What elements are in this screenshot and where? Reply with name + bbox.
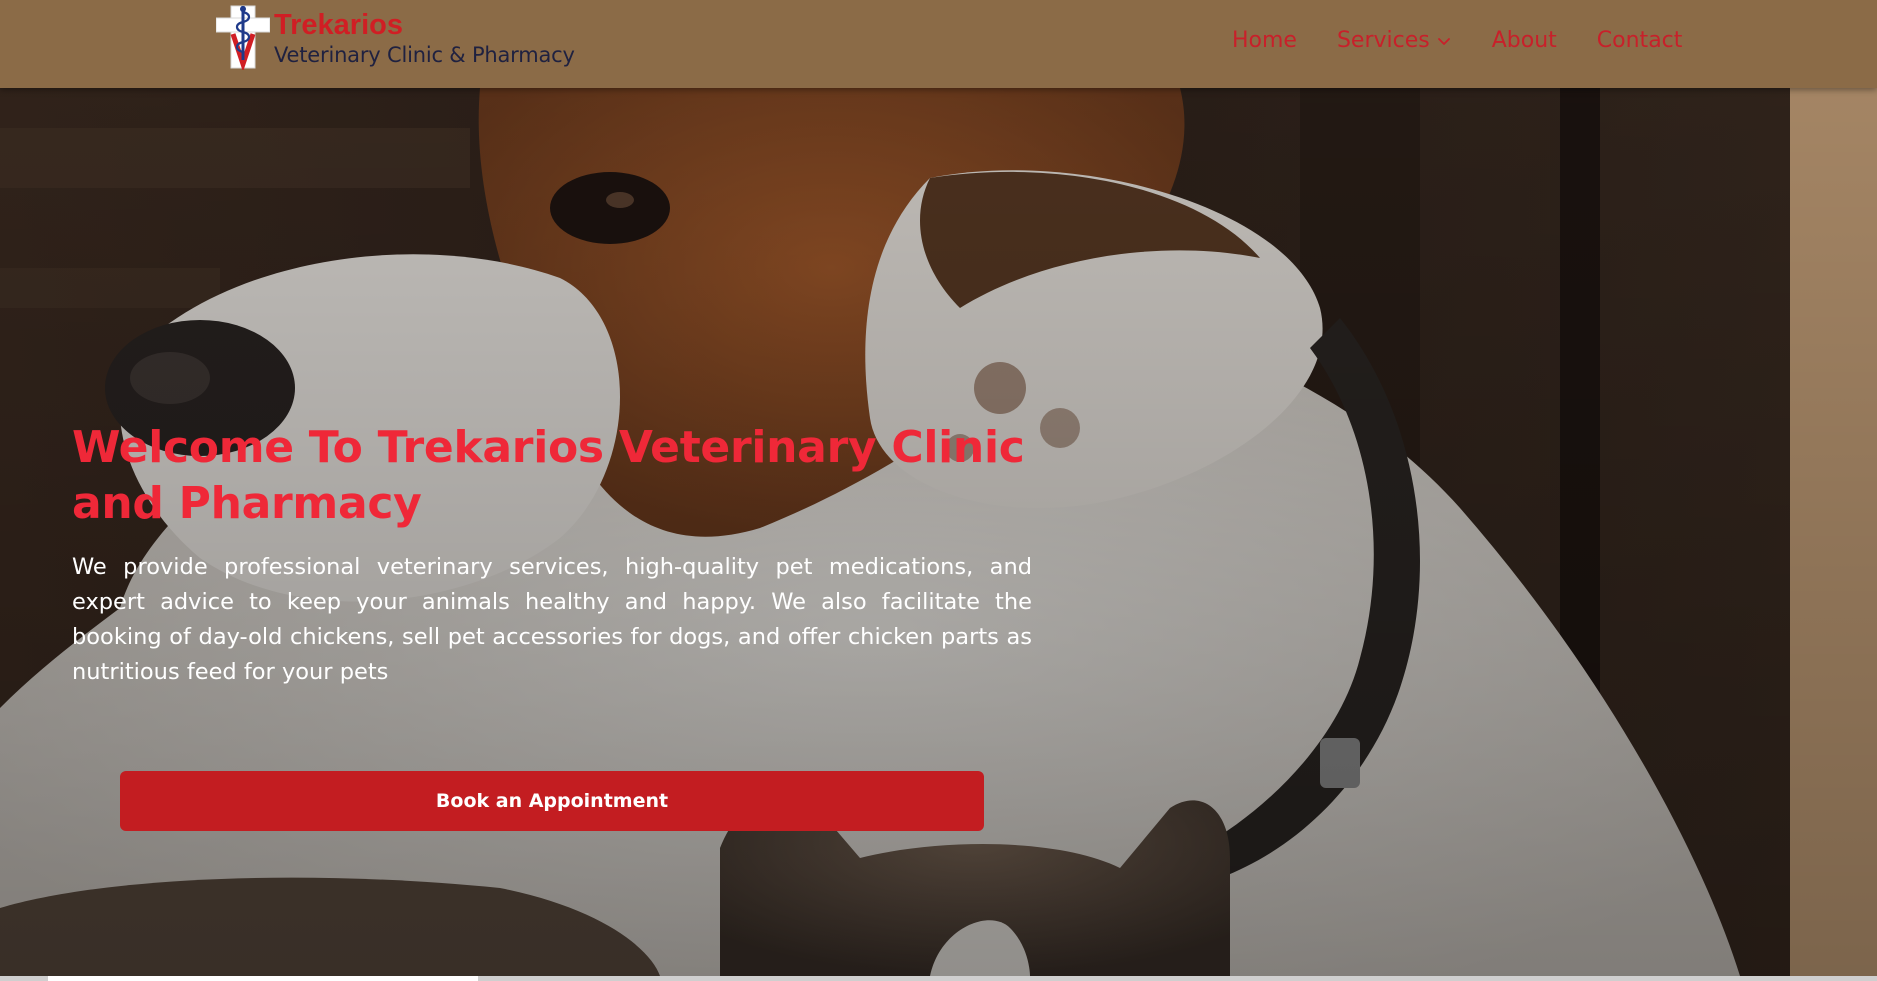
nav-services-label: Services xyxy=(1336,28,1430,53)
brand-tagline: Veterinary Clinic & Pharmacy xyxy=(274,43,575,67)
nav-link-about[interactable]: About xyxy=(1492,26,1557,56)
scroll-thumb[interactable] xyxy=(48,976,478,981)
nav-link-contact[interactable]: Contact xyxy=(1597,26,1683,56)
brand-logo-link[interactable]: Trekarios Veterinary Clinic & Pharmacy xyxy=(216,4,575,70)
chevron-down-icon xyxy=(1437,38,1450,45)
hero-section: Welcome To Trekarios Veterinary Clinic a… xyxy=(0,88,1877,976)
hero-description: We provide professional veterinary servi… xyxy=(72,554,1032,685)
nav-link-home[interactable]: Home xyxy=(1232,26,1297,56)
nav-home-label: Home xyxy=(1232,28,1297,53)
nav-about-label: About xyxy=(1491,28,1557,53)
main-nav: Home Services About Contact xyxy=(1232,26,1682,56)
hero-content: Welcome To Trekarios Veterinary Clinic a… xyxy=(72,420,1032,690)
nav-contact-label: Contact xyxy=(1596,28,1683,53)
navbar: Trekarios Veterinary Clinic & Pharmacy H… xyxy=(0,0,1877,88)
nav-link-services[interactable]: Services xyxy=(1337,26,1452,56)
hero-title: Welcome To Trekarios Veterinary Clinic a… xyxy=(72,422,1025,529)
book-appointment-button[interactable]: Book an Appointment xyxy=(120,771,984,831)
brand-name: Trekarios xyxy=(274,9,403,41)
bottom-scroll-track xyxy=(0,976,1877,981)
caduceus-v-cross-icon xyxy=(216,5,270,70)
brand-text: Trekarios Veterinary Clinic & Pharmacy xyxy=(274,4,575,68)
